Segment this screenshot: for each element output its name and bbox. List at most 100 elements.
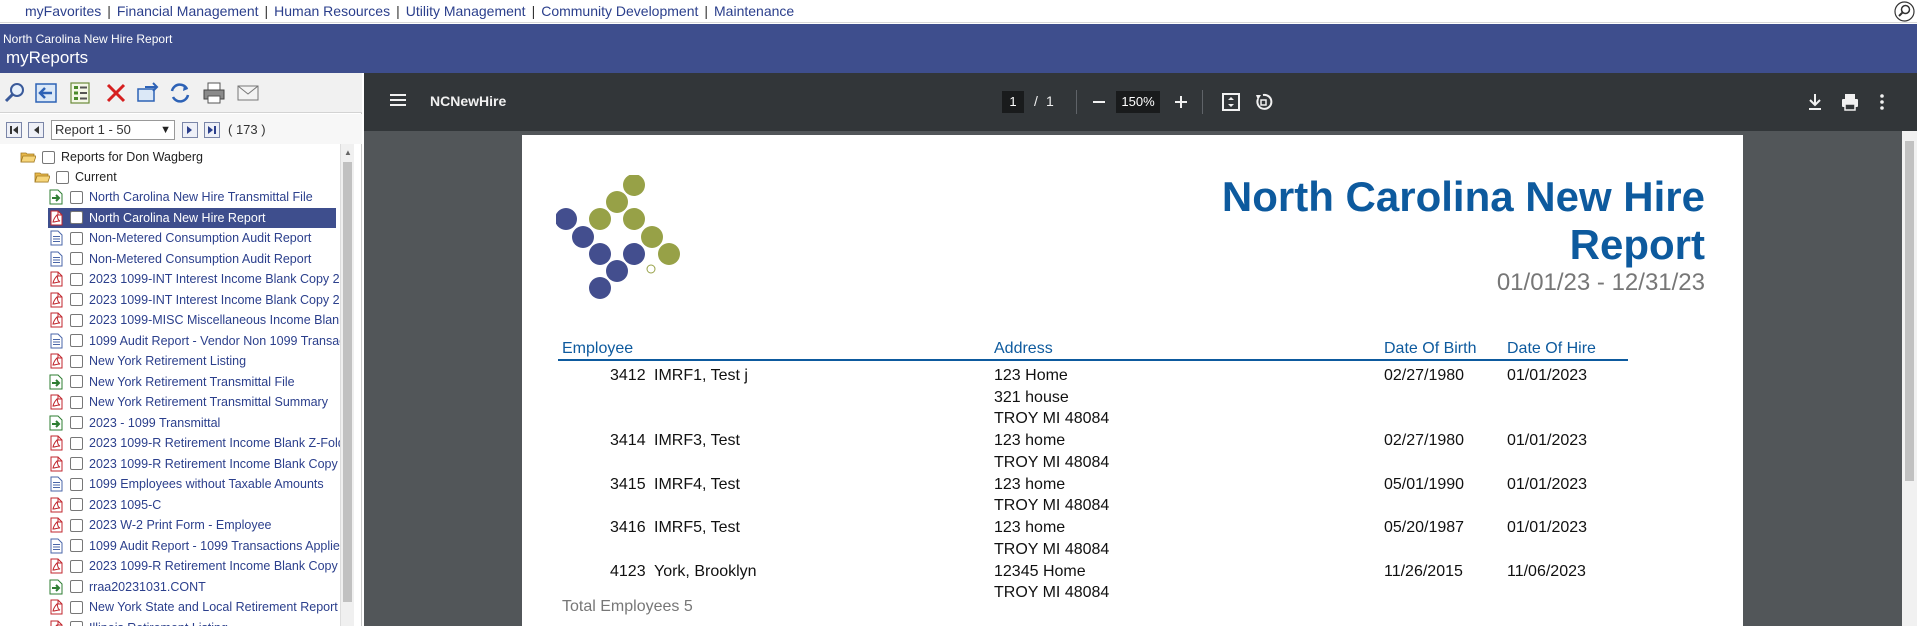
tree-report-label: 2023 1099-R Retirement Income Blank Z-Fo…: [89, 436, 340, 450]
zoom-input[interactable]: 150%: [1116, 91, 1160, 113]
tree-report-item[interactable]: 2023 W-2 Print Form - Employee: [48, 515, 338, 535]
tree-report-item[interactable]: 1099 Audit Report - Vendor Non 1099 Tran…: [48, 331, 340, 351]
tree-report-checkbox[interactable]: [70, 272, 83, 286]
menu-utility-management[interactable]: Utility Management: [406, 3, 526, 19]
tree-report-checkbox[interactable]: [70, 252, 83, 265]
menu-separator: |: [264, 3, 269, 19]
tree-report-item[interactable]: 2023 - 1099 Transmittal: [48, 413, 338, 433]
tree-scrollbar[interactable]: ▲: [340, 144, 354, 626]
page-number-input[interactable]: 1: [1002, 91, 1024, 113]
tree-report-item[interactable]: North Carolina New Hire Report: [48, 207, 336, 228]
tree-report-checkbox[interactable]: [70, 354, 83, 368]
menu-myfavorites[interactable]: myFavorites: [25, 3, 101, 19]
employee-doh: 01/01/2023: [1507, 475, 1588, 493]
magnifier-icon[interactable]: [1894, 1, 1915, 22]
tree-report-checkbox[interactable]: [70, 190, 83, 204]
previous-page-icon: [34, 126, 39, 134]
tree-folder-checkbox[interactable]: [56, 170, 69, 184]
tree-report-checkbox[interactable]: [70, 580, 83, 593]
tree-folder-current[interactable]: Current: [34, 167, 117, 187]
print-icon[interactable]: [201, 81, 227, 105]
tree-report-item[interactable]: New York Retirement Transmittal Summary: [48, 392, 338, 412]
properties-list-icon[interactable]: [67, 81, 93, 105]
zoom-out-icon[interactable]: [1088, 91, 1110, 113]
last-page-button[interactable]: [204, 122, 220, 138]
tree-report-item[interactable]: Non-Metered Consumption Audit Report: [48, 249, 338, 269]
reports-tree: Reports for Don Wagberg Current North Ca…: [0, 144, 340, 626]
tree-root-folder[interactable]: Reports for Don Wagberg: [20, 147, 203, 167]
open-report-icon[interactable]: [33, 81, 59, 105]
tree-folder-label: Current: [75, 170, 117, 184]
pdf-scrollbar[interactable]: [1902, 131, 1917, 626]
email-icon[interactable]: [235, 81, 261, 105]
tree-report-item[interactable]: 2023 1099-R Retirement Income Blank Z-Fo…: [48, 433, 340, 453]
scroll-up-icon[interactable]: ▲: [344, 148, 352, 157]
tree-report-checkbox[interactable]: [70, 457, 83, 470]
refresh-icon[interactable]: [167, 81, 193, 105]
rotate-icon[interactable]: [1252, 91, 1274, 113]
more-options-icon[interactable]: [1871, 91, 1893, 113]
next-page-button[interactable]: [182, 122, 198, 138]
tree-report-checkbox[interactable]: [70, 498, 83, 511]
pdf-icon: [50, 497, 63, 512]
tree-report-checkbox[interactable]: [70, 334, 83, 347]
tree-report-checkbox[interactable]: [70, 231, 83, 245]
tree-report-item[interactable]: 1099 Audit Report - 1099 Transactions Ap…: [48, 536, 340, 556]
tree-report-item[interactable]: North Carolina New Hire Transmittal File: [48, 187, 338, 207]
tree-report-item[interactable]: Non-Metered Consumption Audit Report: [48, 228, 338, 248]
tree-report-item[interactable]: New York Retirement Transmittal File: [48, 372, 338, 392]
move-report-icon[interactable]: [135, 81, 161, 105]
tree-report-item[interactable]: rraa20231031.CONT: [48, 577, 338, 597]
tree-scroll-thumb[interactable]: [343, 162, 352, 602]
tree-report-item[interactable]: 2023 1099-R Retirement Income Blank Copy…: [48, 556, 340, 576]
previous-page-button[interactable]: [28, 122, 44, 138]
employee-name: IMRF5, Test: [654, 519, 740, 536]
menu-human-resources[interactable]: Human Resources: [274, 3, 390, 19]
tree-report-checkbox[interactable]: [70, 375, 83, 388]
first-page-button[interactable]: [6, 122, 22, 138]
tree-report-checkbox[interactable]: [70, 395, 83, 409]
pdf-page: North Carolina New Hire Report 01/01/23 …: [522, 135, 1743, 626]
tree-report-item[interactable]: 2023 1099-R Retirement Income Blank Copy…: [48, 454, 340, 474]
tree-report-checkbox[interactable]: [70, 293, 83, 306]
menu-financial-management[interactable]: Financial Management: [117, 3, 259, 19]
zoom-in-icon[interactable]: [1170, 91, 1192, 113]
menu-community-development[interactable]: Community Development: [541, 3, 698, 19]
tree-report-checkbox[interactable]: [70, 539, 83, 552]
pdf-scroll-thumb[interactable]: [1905, 141, 1914, 481]
tree-report-item[interactable]: 1099 Employees without Taxable Amounts: [48, 474, 338, 494]
pdf-icon: [50, 353, 63, 369]
tree-report-checkbox[interactable]: [70, 416, 83, 429]
tree-report-item[interactable]: 2023 1099-INT Interest Income Blank Copy…: [48, 290, 340, 310]
employee-dob: 11/26/2015: [1384, 562, 1463, 580]
tree-report-checkbox[interactable]: [70, 559, 83, 573]
transmittal-icon: [49, 189, 63, 205]
pdf-icon: [50, 517, 63, 533]
menu-separator: |: [107, 3, 111, 19]
tree-report-checkbox[interactable]: [70, 621, 83, 626]
download-icon[interactable]: [1804, 91, 1826, 113]
tree-root-checkbox[interactable]: [42, 150, 55, 164]
tree-report-checkbox[interactable]: [70, 313, 83, 327]
delete-icon[interactable]: [103, 81, 129, 105]
search-icon[interactable]: [2, 81, 28, 105]
menu-maintenance[interactable]: Maintenance: [714, 3, 794, 19]
tree-report-item[interactable]: Illinois Retirement Listing: [48, 618, 338, 626]
tree-report-checkbox[interactable]: [70, 518, 83, 532]
tree-report-checkbox[interactable]: [70, 211, 83, 224]
report-subtitle: North Carolina New Hire Report: [3, 32, 173, 46]
tree-report-checkbox[interactable]: [70, 477, 83, 491]
fit-page-icon[interactable]: [1220, 91, 1242, 113]
tree-report-checkbox[interactable]: [70, 600, 83, 614]
tree-report-item[interactable]: 2023 1095-C: [48, 495, 338, 515]
report-range-select[interactable]: Report 1 - 50 ▼: [51, 120, 175, 140]
tree-report-checkbox[interactable]: [70, 436, 83, 450]
tree-report-item[interactable]: 2023 1099-MISC Miscellaneous Income Blan…: [48, 310, 340, 330]
tree-report-item[interactable]: New York Retirement Listing: [48, 351, 338, 371]
employee-name: IMRF4, Test: [654, 475, 740, 493]
tree-report-label: Illinois Retirement Listing: [89, 621, 228, 626]
tree-report-item[interactable]: New York State and Local Retirement Repo…: [48, 597, 338, 617]
tree-report-item[interactable]: 2023 1099-INT Interest Income Blank Copy…: [48, 269, 340, 289]
print-icon[interactable]: [1839, 91, 1861, 113]
menu-icon[interactable]: [390, 93, 406, 107]
